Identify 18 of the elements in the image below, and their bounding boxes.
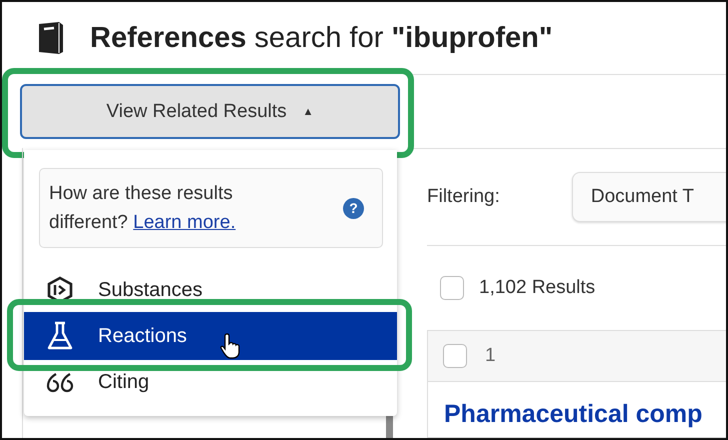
filter-label: Filtering: bbox=[427, 186, 500, 208]
menu-item[interactable]: Reactions bbox=[24, 312, 397, 360]
result-title-link[interactable]: Pharmaceutical comp bbox=[444, 400, 702, 429]
results-count: 1,102 Results bbox=[479, 277, 596, 299]
result-index: 1 bbox=[485, 345, 496, 367]
book-icon bbox=[38, 21, 64, 55]
flask-icon bbox=[46, 321, 74, 351]
menu-item[interactable]: Citing bbox=[24, 360, 397, 404]
select-all-checkbox[interactable] bbox=[440, 276, 464, 300]
learn-more-link[interactable]: Learn more. bbox=[133, 212, 236, 233]
info-text: How are these results different? Learn more. bbox=[49, 182, 237, 235]
page-title: References search for "ibuprofen" bbox=[90, 22, 553, 54]
hand-cursor-icon bbox=[220, 332, 242, 360]
help-icon[interactable]: ? bbox=[343, 198, 364, 218]
document-type-filter-button[interactable]: Document T bbox=[572, 172, 726, 222]
view-related-results-button[interactable]: View Related Results ▲ bbox=[20, 84, 400, 139]
result-checkbox[interactable] bbox=[443, 344, 467, 368]
menu-item[interactable]: Substances bbox=[24, 268, 397, 312]
